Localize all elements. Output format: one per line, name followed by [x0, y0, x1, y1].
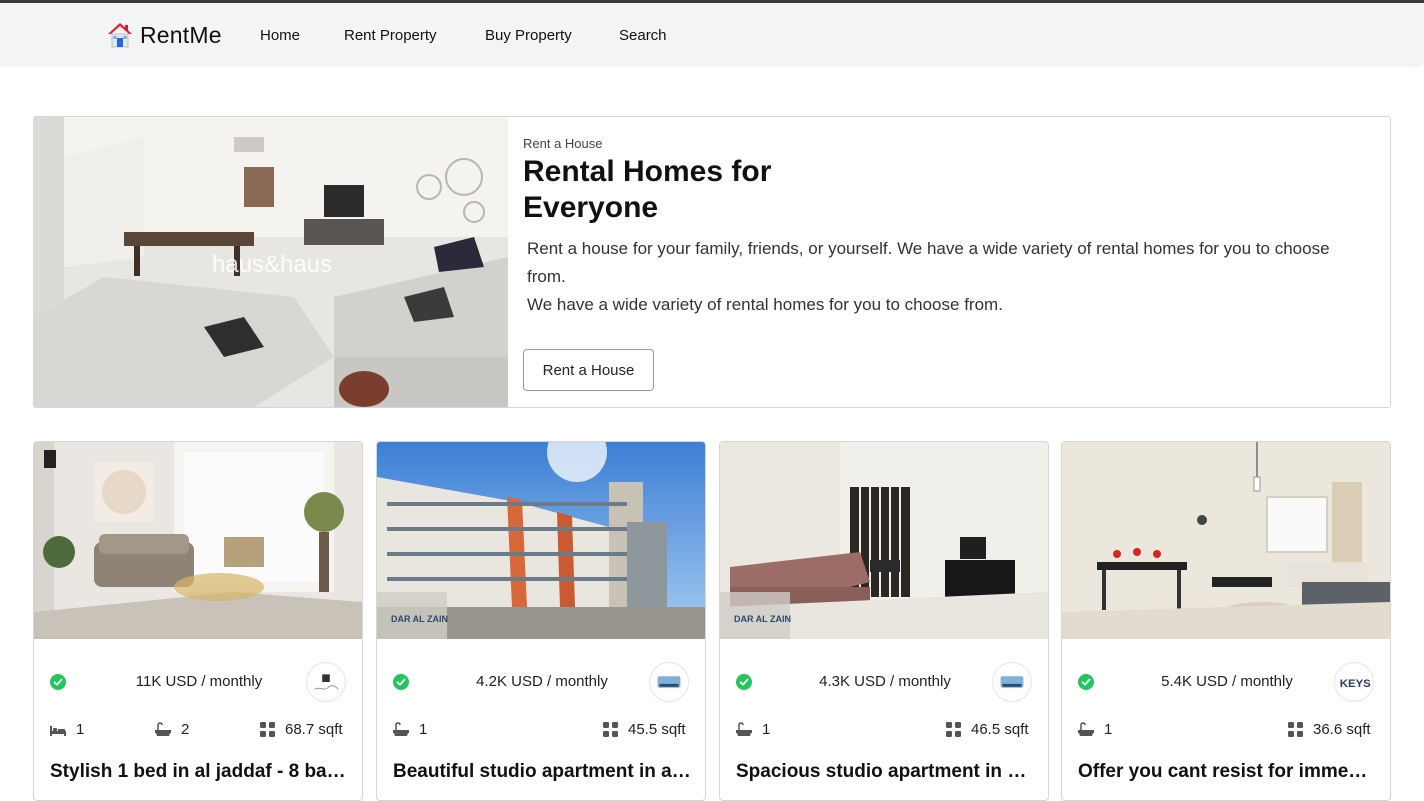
brand-name: RentMe: [140, 21, 222, 48]
svg-text:DAR AL ZAIN: DAR AL ZAIN: [734, 614, 791, 624]
hero-watermark: haus&haus: [212, 251, 332, 278]
listing-title[interactable]: Spacious studio apartment in a family bu…: [736, 761, 1036, 783]
area-value: 46.5 sqft: [971, 721, 1029, 738]
hero-card: haus&haus Rent a House Rental Homes for …: [33, 116, 1391, 408]
listing-image: [34, 442, 362, 639]
nav-home[interactable]: Home: [260, 27, 300, 44]
area-grid-icon: [260, 722, 275, 737]
baths-feature: 2: [155, 721, 189, 738]
listing-card[interactable]: DAR AL ZAIN 4.2K USD / monthly 1 45.5 sq…: [376, 441, 706, 801]
svg-text:DAR AL ZAIN: DAR AL ZAIN: [391, 614, 448, 624]
area-grid-icon: [1288, 722, 1303, 737]
listing-card[interactable]: 11K USD / monthly 1 2 68.7 sqft Stylish …: [33, 441, 363, 801]
nav-search[interactable]: Search: [619, 27, 667, 44]
bath-icon: [1078, 721, 1094, 736]
beds-count: 1: [76, 721, 85, 738]
brand-link[interactable]: RentMe: [106, 21, 222, 49]
hero-description-line-1: Rent a house for your family, friends, o…: [527, 239, 1330, 286]
baths-count: 1: [762, 721, 771, 738]
agent-logo[interactable]: [992, 662, 1032, 702]
hero-image: haus&haus: [34, 117, 508, 407]
listing-card[interactable]: DAR AL ZAIN 4.3K USD / monthly 1 46.5 sq…: [719, 441, 1049, 801]
nav-buy-property[interactable]: Buy Property: [485, 27, 572, 44]
bed-icon: [50, 725, 66, 736]
agent-logo[interactable]: [306, 662, 346, 702]
agent-logo-script-icon: [314, 674, 339, 690]
baths-feature: 1: [1078, 721, 1112, 738]
area-value: 36.6 sqft: [1313, 721, 1371, 738]
hero-description-line-2: We have a wide variety of rental homes f…: [527, 295, 1003, 314]
keys-logo-icon: KEYS: [1340, 678, 1371, 690]
bath-icon: [393, 721, 409, 736]
listing-title[interactable]: Stylish 1 bed in al jaddaf - 8 bath full…: [50, 761, 350, 783]
house-icon: [108, 23, 132, 48]
hero-eyebrow: Rent a House: [523, 136, 603, 151]
area-feature: 45.5 sqft: [603, 721, 686, 738]
dar-al-zain-logo-icon: [657, 676, 681, 688]
listing-title[interactable]: Beautiful studio apartment in a great lo…: [393, 761, 693, 783]
baths-count: 2: [181, 721, 190, 738]
listing-image: DAR AL ZAIN: [377, 442, 705, 639]
hero-title: Rental Homes for Everyone: [523, 155, 772, 224]
svg-text:KEYS: KEYS: [1340, 678, 1371, 690]
baths-feature: 1: [736, 721, 770, 738]
agent-logo[interactable]: KEYS: [1334, 662, 1374, 702]
bath-icon: [155, 721, 171, 736]
area-feature: 36.6 sqft: [1288, 721, 1371, 738]
beds-feature: 1: [50, 721, 84, 738]
navbar: RentMe Home Rent Property Buy Property S…: [0, 3, 1424, 67]
baths-feature: 1: [393, 721, 427, 738]
area-value: 45.5 sqft: [628, 721, 686, 738]
listing-image: [1062, 442, 1390, 639]
baths-count: 1: [1104, 721, 1113, 738]
listing-image: DAR AL ZAIN: [720, 442, 1048, 639]
area-grid-icon: [946, 722, 961, 737]
listing-card[interactable]: 5.4K USD / monthly KEYS 1 36.6 sqft Offe…: [1061, 441, 1391, 801]
nav-rent-property[interactable]: Rent Property: [344, 27, 437, 44]
rent-a-house-button[interactable]: Rent a House: [523, 349, 654, 391]
dar-al-zain-logo-icon: [1000, 676, 1024, 688]
listing-title[interactable]: Offer you cant resist for immediate move…: [1078, 761, 1378, 783]
area-value: 68.7 sqft: [285, 721, 343, 738]
agent-logo[interactable]: [649, 662, 689, 702]
bath-icon: [736, 721, 752, 736]
baths-count: 1: [419, 721, 428, 738]
hero-description: Rent a house for your family, friends, o…: [527, 235, 1357, 319]
area-feature: 68.7 sqft: [260, 721, 343, 738]
area-grid-icon: [603, 722, 618, 737]
area-feature: 46.5 sqft: [946, 721, 1029, 738]
